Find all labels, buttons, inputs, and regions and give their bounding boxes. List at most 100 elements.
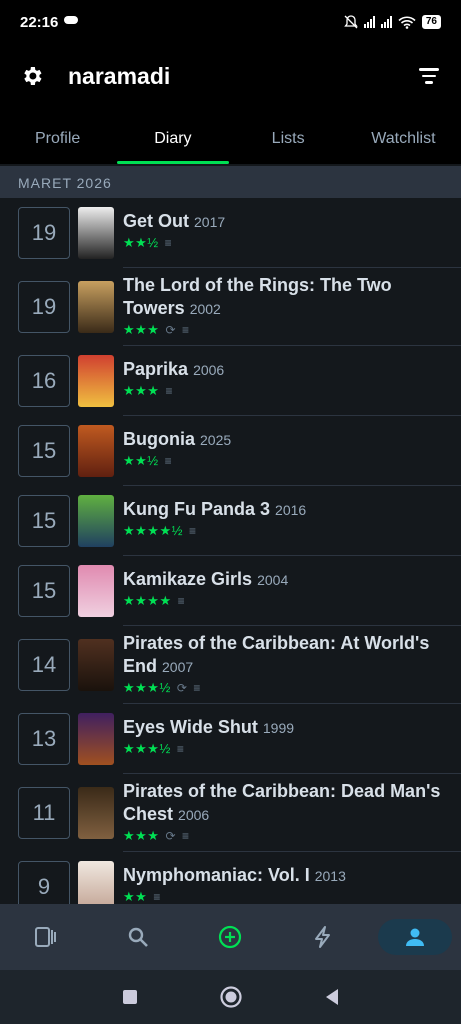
film-year: 2007 bbox=[162, 659, 194, 675]
entry-meta: ★★★½ ⟳ ≡ bbox=[123, 680, 443, 696]
film-title: Nymphomaniac: Vol. I bbox=[123, 865, 310, 885]
recents-icon[interactable] bbox=[121, 988, 139, 1006]
entry-day: 14 bbox=[31, 652, 57, 677]
entry-day: 19 bbox=[31, 294, 57, 319]
wifi-icon bbox=[398, 16, 416, 29]
system-nav-bar bbox=[0, 970, 461, 1024]
bell-muted-icon bbox=[344, 15, 358, 29]
diary-entry[interactable]: 14 Pirates of the Caribbean: At World's E… bbox=[0, 626, 461, 704]
film-poster[interactable] bbox=[78, 425, 114, 477]
nav-search[interactable] bbox=[101, 919, 175, 955]
entry-info: Pirates of the Caribbean: At World's End… bbox=[123, 632, 443, 696]
entry-meta: ★★★★ ≡ bbox=[123, 593, 443, 609]
rating-stars: ★★½ bbox=[123, 453, 159, 468]
film-title: Kamikaze Girls bbox=[123, 569, 253, 589]
rating-stars: ★★★ bbox=[123, 383, 160, 398]
entry-info: Nymphomaniac: Vol. I 2013 ★★ ≡ bbox=[123, 864, 443, 904]
film-title-line: Pirates of the Caribbean: At World's End… bbox=[123, 632, 443, 679]
day-box: 15 bbox=[18, 495, 70, 547]
rating-stars: ★★½ bbox=[123, 235, 159, 250]
diary-entry[interactable]: 15 Kamikaze Girls 2004 ★★★★ ≡ bbox=[0, 556, 461, 626]
film-year: 2013 bbox=[314, 868, 346, 884]
film-year: 1999 bbox=[262, 720, 295, 736]
nav-activity[interactable] bbox=[286, 919, 360, 955]
home-icon[interactable] bbox=[219, 985, 243, 1009]
day-box: 16 bbox=[18, 355, 70, 407]
film-year: 2017 bbox=[194, 214, 226, 230]
gear-icon[interactable] bbox=[20, 64, 44, 88]
tab-diary[interactable]: Diary bbox=[115, 108, 230, 164]
signal-icon bbox=[380, 16, 392, 28]
rewatch-icon: ⟳ bbox=[165, 829, 177, 843]
entry-meta: ★★★ ≡ bbox=[123, 383, 443, 399]
film-title: Paprika bbox=[123, 359, 189, 379]
nav-profile[interactable] bbox=[377, 919, 452, 955]
diary-entry[interactable]: 19 Get Out 2017 ★★½ ≡ bbox=[0, 198, 461, 268]
film-poster[interactable] bbox=[78, 713, 114, 765]
film-title: Bugonia bbox=[123, 429, 195, 449]
signal-icon bbox=[363, 16, 375, 28]
entry-info: The Lord of the Rings: The Two Towers 20… bbox=[123, 274, 443, 338]
status-icons: 76 bbox=[344, 15, 441, 29]
tab-profile[interactable]: Profile bbox=[0, 108, 115, 164]
rewatch-icon: ⟳ bbox=[165, 323, 177, 337]
diary-list: 19 Get Out 2017 ★★½ ≡ 19 The Lord of the Ring… bbox=[0, 198, 461, 904]
entry-day: 16 bbox=[31, 368, 57, 393]
filter-icon[interactable] bbox=[417, 68, 441, 84]
film-year: 2006 bbox=[178, 807, 210, 823]
entry-day: 15 bbox=[31, 508, 57, 533]
nav-add[interactable] bbox=[193, 919, 267, 955]
entry-info: Kung Fu Panda 3 2016 ★★★★½ ≡ bbox=[123, 498, 443, 539]
diary-entry[interactable]: 19 The Lord of the Rings: The Two Towers … bbox=[0, 268, 461, 346]
tab-watchlist[interactable]: Watchlist bbox=[346, 108, 461, 164]
film-title-line: Kamikaze Girls 2004 bbox=[123, 568, 443, 592]
film-year: 2002 bbox=[189, 301, 221, 317]
entry-day: 11 bbox=[32, 800, 56, 825]
film-year: 2006 bbox=[193, 362, 225, 378]
film-title-line: Kung Fu Panda 3 2016 bbox=[123, 498, 443, 522]
film-title: Pirates of the Caribbean: Dead Man's Che… bbox=[123, 781, 441, 824]
film-poster[interactable] bbox=[78, 639, 114, 691]
add-icon bbox=[219, 925, 242, 949]
diary-entry[interactable]: 9 Nymphomaniac: Vol. I 2013 ★★ ≡ bbox=[0, 852, 461, 904]
review-icon: ≡ bbox=[177, 594, 186, 608]
rating-stars: ★★★★½ bbox=[123, 523, 183, 538]
entry-info: Get Out 2017 ★★½ ≡ bbox=[123, 210, 443, 251]
films-icon bbox=[35, 927, 57, 947]
diary-entry[interactable]: 11 Pirates of the Caribbean: Dead Man's C… bbox=[0, 774, 461, 852]
entry-day: 13 bbox=[31, 726, 57, 751]
diary-entry[interactable]: 13 Eyes Wide Shut 1999 ★★★½ ≡ bbox=[0, 704, 461, 774]
diary-entry[interactable]: 15 Bugonia 2025 ★★½ ≡ bbox=[0, 416, 461, 486]
review-icon: ≡ bbox=[193, 681, 201, 695]
film-poster[interactable] bbox=[78, 495, 114, 547]
film-poster[interactable] bbox=[78, 355, 114, 407]
bottom-nav bbox=[0, 904, 461, 970]
back-icon[interactable] bbox=[323, 988, 341, 1006]
film-title-line: Get Out 2017 bbox=[123, 210, 443, 234]
review-icon: ≡ bbox=[165, 384, 173, 398]
cloud-icon bbox=[64, 16, 79, 24]
day-box: 15 bbox=[18, 565, 70, 617]
review-icon: ≡ bbox=[164, 454, 173, 468]
film-poster[interactable] bbox=[78, 861, 114, 904]
review-icon: ≡ bbox=[164, 236, 173, 250]
rating-stars: ★★★½ bbox=[123, 741, 171, 756]
tab-lists[interactable]: Lists bbox=[231, 108, 346, 164]
film-poster[interactable] bbox=[78, 281, 114, 333]
review-icon: ≡ bbox=[176, 742, 185, 756]
status-bar: 22:16 76 bbox=[0, 0, 461, 44]
rating-stars: ★★★★ bbox=[123, 593, 172, 608]
entry-info: Kamikaze Girls 2004 ★★★★ ≡ bbox=[123, 568, 443, 609]
day-box: 19 bbox=[18, 207, 70, 259]
film-poster[interactable] bbox=[78, 565, 114, 617]
film-poster[interactable] bbox=[78, 787, 114, 839]
entry-meta: ★★½ ≡ bbox=[123, 235, 443, 251]
diary-entry[interactable]: 15 Kung Fu Panda 3 2016 ★★★★½ ≡ bbox=[0, 486, 461, 556]
entry-day: 9 bbox=[37, 874, 51, 899]
entry-day: 19 bbox=[31, 220, 57, 245]
entry-info: Eyes Wide Shut 1999 ★★★½ ≡ bbox=[123, 716, 443, 757]
activity-icon bbox=[314, 926, 330, 948]
nav-films[interactable] bbox=[9, 919, 83, 955]
diary-entry[interactable]: 16 Paprika 2006 ★★★ ≡ bbox=[0, 346, 461, 416]
film-poster[interactable] bbox=[78, 207, 114, 259]
